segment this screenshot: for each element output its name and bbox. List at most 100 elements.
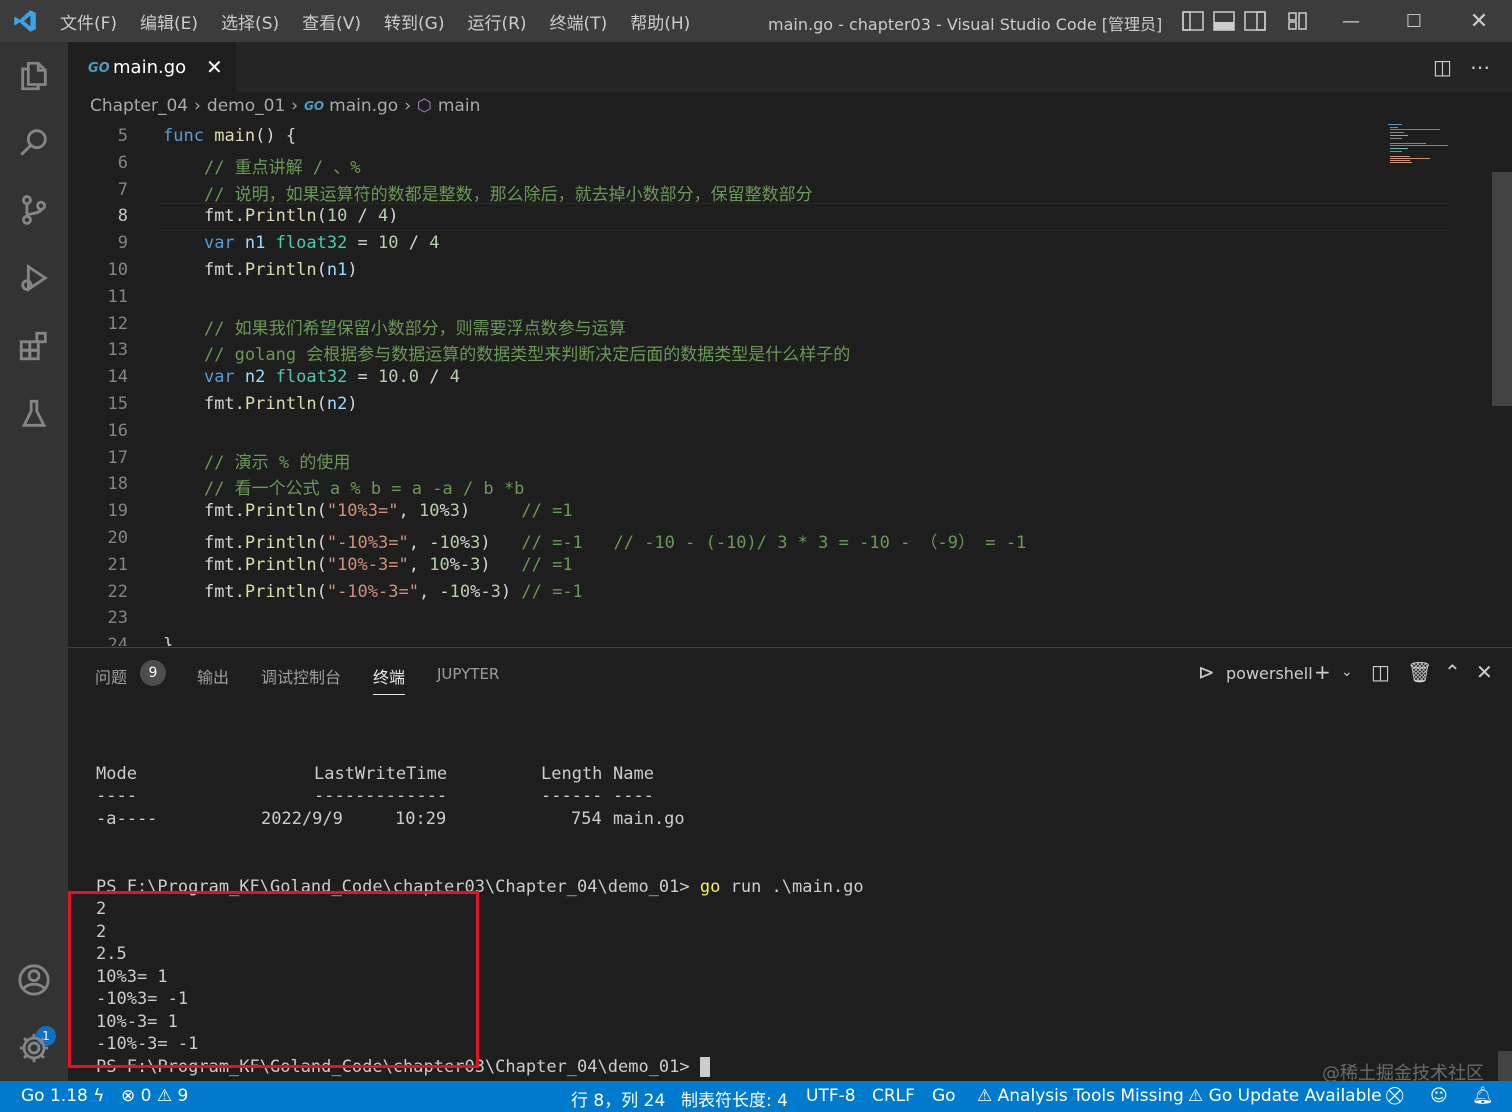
breadcrumb-separator-icon: › bbox=[194, 96, 201, 116]
terminal-shell-icon: ⊳ bbox=[1198, 660, 1215, 684]
cursor-position-item[interactable]: 行 8，列 24 bbox=[571, 1086, 665, 1111]
line-number: 20 bbox=[107, 528, 128, 548]
feedback-icon[interactable]: ☺ bbox=[1430, 1086, 1448, 1106]
bottom-panel: 问题 9 输出 调试控制台 终端 JUPYTER ⊳ powershell + … bbox=[68, 647, 1512, 1084]
warning-icon: ⚠ bbox=[1188, 1086, 1204, 1106]
terminal-underline-row: ---- ------------- ------ ---- bbox=[96, 786, 654, 806]
line-number: 15 bbox=[107, 394, 128, 414]
code-line: fmt.Println("10%-3=", 10%-3) // =1 bbox=[203, 554, 573, 575]
accounts-icon[interactable] bbox=[14, 960, 54, 1000]
tab-debug-console[interactable]: 调试控制台 bbox=[261, 664, 341, 688]
breadcrumb-item-demo01[interactable]: demo_01 bbox=[207, 96, 285, 116]
extensions-icon[interactable] bbox=[14, 326, 54, 366]
notifications-bell-icon[interactable]: 🔔︎ bbox=[1472, 1086, 1494, 1106]
line-number: 14 bbox=[107, 367, 128, 388]
breadcrumb: Chapter_04 › demo_01 › GO main.go › ⬡ ma… bbox=[68, 92, 1512, 124]
eol-item[interactable]: CRLF bbox=[872, 1086, 915, 1106]
trash-icon[interactable]: 🗑 bbox=[1407, 660, 1432, 684]
line-number: 8 bbox=[117, 206, 128, 227]
tab-size-item[interactable]: 制表符长度: 4 bbox=[681, 1086, 788, 1111]
line-number: 12 bbox=[107, 313, 128, 334]
line-number: 23 bbox=[107, 608, 128, 629]
settings-gear-icon[interactable] bbox=[14, 1028, 54, 1068]
breadcrumb-item-main[interactable]: main bbox=[438, 96, 480, 116]
menu-go[interactable]: 转到(G) bbox=[384, 9, 444, 34]
explorer-icon[interactable] bbox=[14, 56, 54, 96]
close-window-button[interactable]: ✕ bbox=[1448, 0, 1510, 42]
customize-layout-icon[interactable] bbox=[1287, 11, 1309, 31]
split-editor-icon[interactable]: ◫ bbox=[1433, 55, 1452, 79]
breadcrumb-item-chapter04[interactable]: Chapter_04 bbox=[90, 96, 188, 116]
language-mode-item[interactable]: Go bbox=[932, 1086, 956, 1106]
code-line: var n1 float32 = 10 / 4 bbox=[203, 233, 440, 254]
tab-close-icon[interactable]: ✕ bbox=[206, 55, 223, 79]
tab-main-go[interactable]: GO main.go ✕ bbox=[68, 42, 236, 93]
tab-jupyter[interactable]: JUPYTER bbox=[437, 665, 499, 683]
chevron-down-icon[interactable]: ⌄ bbox=[1341, 664, 1353, 680]
editor-scrollbar-thumb[interactable] bbox=[1492, 172, 1512, 406]
go-version-item[interactable]: Go 1.18 ϟ bbox=[21, 1086, 104, 1106]
live-share-icon[interactable]: ⛒ bbox=[1386, 1086, 1403, 1106]
breadcrumb-separator-icon: › bbox=[291, 96, 299, 116]
code-line: fmt.Println(n2) bbox=[203, 394, 358, 414]
line-number: 11 bbox=[107, 286, 128, 307]
title-bar: 文件(F) 编辑(E) 选择(S) 查看(V) 转到(G) 运行(R) 终端(T… bbox=[0, 0, 1512, 42]
tab-output[interactable]: 输出 bbox=[197, 664, 229, 688]
terminal-shell-label[interactable]: powershell bbox=[1226, 664, 1313, 683]
more-actions-icon[interactable]: ⋯ bbox=[1470, 55, 1490, 79]
code-line: // 演示 % 的使用 bbox=[203, 452, 351, 473]
menu-view[interactable]: 查看(V) bbox=[302, 9, 361, 34]
line-number: 13 bbox=[107, 340, 128, 361]
menu-help[interactable]: 帮助(H) bbox=[630, 9, 690, 34]
run-debug-icon[interactable] bbox=[14, 258, 54, 298]
code-line: fmt.Println(10 / 4) bbox=[203, 206, 399, 227]
code-line: var n2 float32 = 10.0 / 4 bbox=[203, 367, 460, 388]
maximize-button[interactable]: ☐ bbox=[1383, 0, 1445, 42]
menu-bar: 文件(F) 编辑(E) 选择(S) 查看(V) 转到(G) 运行(R) 终端(T… bbox=[60, 0, 713, 42]
menu-selection[interactable]: 选择(S) bbox=[221, 9, 279, 34]
toggle-secondary-sidebar-icon[interactable] bbox=[1244, 11, 1266, 31]
editor-tab-bar: GO main.go ✕ ◫ ⋯ bbox=[68, 42, 1512, 93]
line-number: 9 bbox=[117, 233, 128, 254]
minimize-button[interactable]: — bbox=[1320, 0, 1382, 42]
breadcrumb-separator-icon: › bbox=[404, 96, 412, 116]
code-line: // 看一个公式 a % b = a -a / b *b bbox=[203, 479, 525, 500]
toggle-panel-icon[interactable] bbox=[1213, 11, 1235, 31]
code-line: fmt.Println("-10%-3=", -10%-3) // =-1 bbox=[203, 581, 583, 602]
line-number: 5 bbox=[117, 126, 128, 146]
maximize-panel-icon[interactable]: ⌃ bbox=[1444, 660, 1461, 684]
testing-icon[interactable] bbox=[14, 394, 54, 434]
split-terminal-icon[interactable]: ◫ bbox=[1371, 660, 1390, 684]
menu-file[interactable]: 文件(F) bbox=[60, 9, 117, 34]
search-icon[interactable] bbox=[14, 122, 54, 162]
code-line: // 说明，如果运算符的数都是整数，那么除后，就去掉小数部分，保留整数部分 bbox=[203, 184, 813, 205]
error-icon: ⊗ bbox=[121, 1086, 136, 1106]
terminal-cursor bbox=[699, 1057, 710, 1077]
line-number: 7 bbox=[117, 179, 128, 200]
encoding-item[interactable]: UTF-8 bbox=[806, 1086, 856, 1106]
go-update-item[interactable]: ⚠ Go Update Available bbox=[1188, 1086, 1382, 1106]
menu-terminal[interactable]: 终端(T) bbox=[550, 9, 608, 34]
new-terminal-icon[interactable]: + bbox=[1314, 660, 1331, 684]
problems-item[interactable]: ⊗ 0 ⚠ 9 bbox=[121, 1086, 188, 1106]
window-title: main.go - chapter03 - Visual Studio Code… bbox=[768, 15, 1163, 34]
close-panel-icon[interactable]: ✕ bbox=[1476, 660, 1493, 684]
analysis-tools-item[interactable]: ⚠ Analysis Tools Missing bbox=[977, 1086, 1184, 1106]
output-highlight-box bbox=[68, 891, 479, 1068]
source-control-icon[interactable] bbox=[14, 190, 54, 230]
code-line: } bbox=[163, 635, 174, 646]
line-number: 22 bbox=[107, 581, 128, 602]
tab-label: main.go bbox=[113, 57, 187, 78]
terminal-output[interactable]: Mode LastWriteTime Length Name ---- --------… bbox=[96, 648, 864, 1077]
vscode-logo-icon bbox=[14, 10, 36, 32]
toggle-sidebar-icon[interactable] bbox=[1182, 11, 1204, 31]
menu-run[interactable]: 运行(R) bbox=[467, 9, 526, 34]
code-editor[interactable]: 5 func main() {6 // 重点讲解 / 、% 7 // 说明，如果运算… bbox=[68, 124, 1512, 646]
minimap[interactable] bbox=[1388, 124, 1468, 164]
tab-terminal[interactable]: 终端 bbox=[373, 664, 406, 695]
terminal-file-row: -a---- 2022/9/9 10:29 754 main.go bbox=[96, 809, 685, 829]
panel-scrollbar[interactable] bbox=[1498, 1051, 1512, 1081]
line-number: 10 bbox=[107, 260, 128, 280]
menu-edit[interactable]: 编辑(E) bbox=[140, 9, 198, 34]
breadcrumb-item-file[interactable]: main.go bbox=[329, 96, 398, 116]
